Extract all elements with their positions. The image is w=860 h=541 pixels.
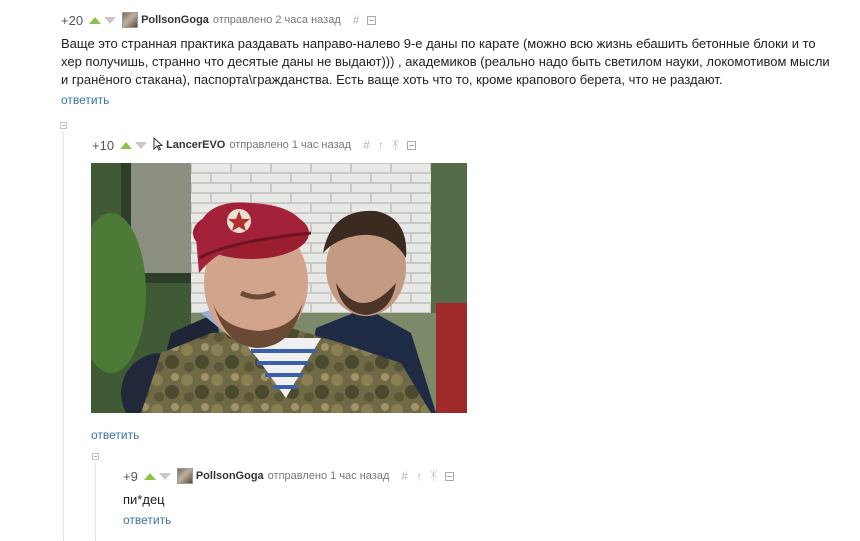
comment-header: +20 PollsonGoga отправлено 2 часа назад … [61,11,851,29]
posted-time: отправлено 1 час назад [229,139,352,151]
avatar[interactable] [176,468,193,484]
thread-line [95,462,96,541]
comment-header: +10 LancerEVO отправлено 1 час назад # ↑… [92,136,592,154]
save-icon[interactable] [367,15,377,25]
parent-arrow-icon[interactable]: ↑ [378,138,384,152]
comment-rating: +9 [123,468,138,484]
username-link[interactable]: PollsonGoga [141,14,209,26]
posted-time: отправлено 2 часа назад [212,14,341,26]
collapse-toggle[interactable] [92,453,99,460]
reply-link[interactable]: ответить [123,513,171,527]
comment-text: Ваще это странная практика раздавать нап… [61,35,851,89]
reply-link[interactable]: ответить [91,428,139,442]
vote-down-icon[interactable] [135,141,148,149]
permalink-icon[interactable]: # [401,469,408,483]
vote-down-icon[interactable] [158,472,171,480]
comment-text-line: и гранёного стакана), паспорта\гражданст… [61,72,723,87]
vote-up-icon[interactable] [143,472,156,480]
comment-rating: +20 [61,12,84,28]
comment-header: +9 PollsonGoga отправлено 1 час назад # … [123,467,523,485]
posted-time: отправлено 1 час назад [267,470,390,482]
username-link[interactable]: PollsonGoga [196,470,264,482]
collapse-toggle[interactable] [60,122,67,129]
username-link[interactable]: LancerEVO [166,139,225,151]
comment: +9 PollsonGoga отправлено 1 час назад # … [123,467,523,529]
comment-image[interactable] [91,163,467,413]
comment-rating: +10 [92,137,115,153]
comment-text-line: Ваще это странная практика раздавать нап… [61,36,816,51]
permalink-icon[interactable]: # [353,13,360,27]
thread-line [63,132,64,541]
permalink-icon[interactable]: # [363,138,370,152]
comment: +20 PollsonGoga отправлено 2 часа назад … [61,11,851,109]
parent-arrow-icon[interactable]: ↑ [416,469,422,483]
comment: +10 LancerEVO отправлено 1 час назад # ↑… [92,136,592,154]
comment-text-line: хер получишь, странно что десятые даны н… [61,54,830,69]
branch-icon[interactable]: ᛡ [392,138,399,152]
vote-up-icon[interactable] [120,141,133,149]
save-icon[interactable] [445,471,455,481]
reply-row: ответить [91,426,139,444]
cursor-icon [153,136,164,154]
vote-down-icon[interactable] [104,16,117,24]
reply-link[interactable]: ответить [61,93,109,107]
comment-text: пи*дец [123,492,165,507]
branch-icon[interactable]: ᛡ [430,469,437,483]
vote-up-icon[interactable] [89,16,102,24]
avatar[interactable] [122,12,139,28]
save-icon[interactable] [406,140,416,150]
